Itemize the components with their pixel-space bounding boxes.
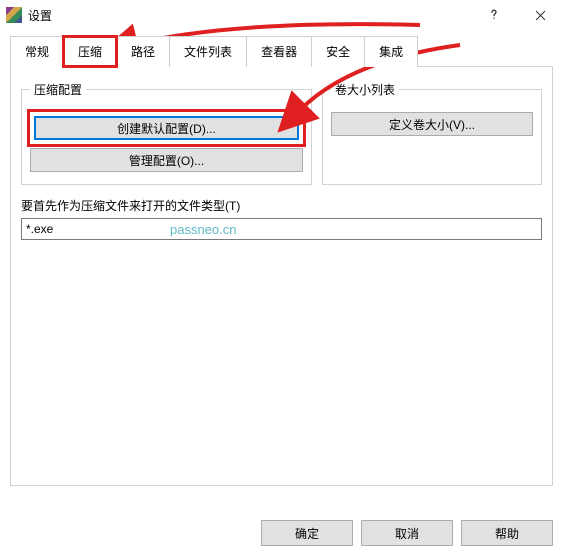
content-area: 常规 压缩 路径 文件列表 查看器 安全 集成 压缩配置 创建默认配置(D)..…	[0, 30, 563, 486]
tab-filelist[interactable]: 文件列表	[169, 36, 247, 67]
tab-viewer[interactable]: 查看器	[246, 36, 312, 67]
window-title: 设置	[28, 7, 471, 24]
help-button[interactable]	[471, 0, 517, 30]
close-button[interactable]	[517, 0, 563, 30]
tab-paths[interactable]: 路径	[116, 36, 170, 67]
tab-general[interactable]: 常规	[10, 36, 64, 67]
tab-security[interactable]: 安全	[311, 36, 365, 67]
volume-size-legend: 卷大小列表	[331, 81, 399, 98]
dialog-footer: 确定 取消 帮助	[261, 520, 553, 546]
file-type-input[interactable]	[21, 218, 542, 240]
define-volume-size-button[interactable]: 定义卷大小(V)...	[331, 112, 533, 136]
titlebar: 设置	[0, 0, 563, 30]
cancel-button[interactable]: 取消	[361, 520, 453, 546]
compression-profile-legend: 压缩配置	[30, 81, 86, 98]
manage-profile-button[interactable]: 管理配置(O)...	[30, 148, 303, 172]
create-default-profile-button[interactable]: 创建默认配置(D)...	[34, 116, 299, 140]
highlight-create-default: 创建默认配置(D)...	[30, 112, 303, 144]
tab-integration[interactable]: 集成	[364, 36, 418, 67]
tab-panel: 压缩配置 创建默认配置(D)... 管理配置(O)... 卷大小列表 定义卷大小…	[10, 66, 553, 486]
tab-compression[interactable]: 压缩	[63, 36, 117, 67]
file-type-label: 要首先作为压缩文件来打开的文件类型(T)	[21, 197, 542, 214]
help-footer-button[interactable]: 帮助	[461, 520, 553, 546]
compression-profile-group: 压缩配置 创建默认配置(D)... 管理配置(O)...	[21, 81, 312, 185]
volume-size-group: 卷大小列表 定义卷大小(V)...	[322, 81, 542, 185]
tabs: 常规 压缩 路径 文件列表 查看器 安全 集成	[10, 36, 553, 67]
ok-button[interactable]: 确定	[261, 520, 353, 546]
app-icon	[6, 7, 22, 23]
